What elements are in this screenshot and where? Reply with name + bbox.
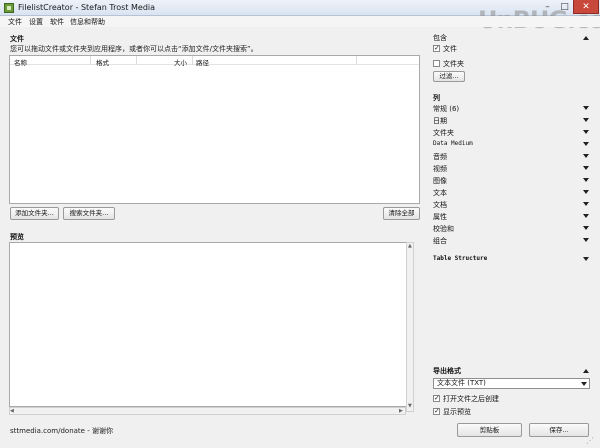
preview-vertical-scrollbar[interactable]: ▲ ▼: [406, 242, 414, 412]
clipboard-button[interactable]: 剪贴板: [457, 423, 522, 437]
expand-icon[interactable]: [583, 130, 589, 134]
category-data-medium[interactable]: Data Medium: [433, 140, 589, 151]
collapse-include-icon[interactable]: [583, 36, 589, 40]
export-format-select[interactable]: 文本文件 (TXT): [433, 378, 590, 389]
collapse-export-icon[interactable]: [583, 369, 589, 373]
include-label: 包含: [433, 34, 447, 42]
scroll-right-icon[interactable]: ▶: [399, 408, 403, 414]
column-path[interactable]: 路径: [196, 57, 209, 67]
expand-icon[interactable]: [583, 154, 589, 158]
expand-icon[interactable]: [583, 142, 589, 146]
category-combination[interactable]: 组合: [433, 236, 589, 247]
include-files-checkbox[interactable]: [433, 44, 440, 52]
scroll-down-icon[interactable]: ▼: [408, 403, 412, 409]
save-button[interactable]: 保存...: [529, 423, 589, 437]
include-folders-checkbox[interactable]: [433, 60, 440, 67]
scroll-up-icon[interactable]: ▲: [408, 243, 412, 249]
expand-icon[interactable]: [583, 257, 589, 261]
filter-button[interactable]: 过滤...: [433, 71, 465, 82]
category-audio[interactable]: 音频: [433, 152, 589, 163]
menu-settings[interactable]: 设置: [29, 17, 43, 27]
expand-icon[interactable]: [583, 190, 589, 194]
expand-icon[interactable]: [583, 238, 589, 242]
clear-all-button[interactable]: 清除全部: [383, 207, 420, 220]
include-folders-label: 文件夹: [443, 60, 464, 68]
category-date[interactable]: 日期: [433, 116, 589, 127]
show-preview-label: 显示预览: [443, 408, 471, 416]
category-general[interactable]: 常规 (6): [433, 104, 589, 115]
file-list-header: 名称 格式 大小 路径: [10, 56, 419, 67]
show-preview-checkbox[interactable]: [433, 407, 440, 415]
export-format-value: 文本文件 (TXT): [437, 379, 486, 387]
chevron-down-icon: [581, 382, 587, 386]
add-folder-button[interactable]: 添加文件夹...: [10, 207, 59, 220]
search-folder-button[interactable]: 搜索文件夹...: [63, 207, 115, 220]
menu-software[interactable]: 软件: [50, 17, 64, 27]
expand-icon[interactable]: [583, 118, 589, 122]
category-attributes[interactable]: 属性: [433, 212, 589, 223]
open-after-create-label: 打开文件之后创建: [443, 395, 499, 403]
table-structure-section[interactable]: Table Structure: [433, 255, 589, 266]
category-image[interactable]: 图像: [433, 176, 589, 187]
app-icon: [4, 3, 14, 13]
menu-info-help[interactable]: 信息和帮助: [70, 17, 105, 27]
expand-icon[interactable]: [583, 106, 589, 110]
include-files-label: 文件: [443, 45, 457, 53]
category-folder[interactable]: 文件夹: [433, 128, 589, 139]
export-format-title: 导出格式: [433, 367, 461, 375]
expand-icon[interactable]: [583, 178, 589, 182]
files-section-title: 文件: [10, 35, 24, 43]
expand-icon[interactable]: [583, 214, 589, 218]
expand-icon[interactable]: [583, 226, 589, 230]
category-video[interactable]: 视频: [433, 164, 589, 175]
resize-grip-icon[interactable]: ⋰: [586, 436, 596, 446]
menu-bar: 文件 设置 软件 信息和帮助: [0, 16, 600, 27]
open-after-create-checkbox[interactable]: [433, 394, 440, 402]
preview-section-title: 预览: [10, 233, 24, 241]
expand-icon[interactable]: [583, 166, 589, 170]
files-hint: 您可以拖动文件或文件夹到应用程序，或者你可以点击“添加文件/文件夹搜索”。: [10, 45, 258, 53]
menu-file[interactable]: 文件: [8, 17, 22, 27]
window-title: FilelistCreator - Stefan Trost Media: [18, 3, 156, 12]
file-list[interactable]: 名称 格式 大小 路径: [9, 55, 420, 204]
expand-icon[interactable]: [583, 202, 589, 206]
category-checksum[interactable]: 校验和: [433, 224, 589, 235]
column-size[interactable]: 大小: [174, 57, 187, 67]
preview-horizontal-scrollbar[interactable]: ◀ ▶: [9, 407, 406, 415]
column-name[interactable]: 名称: [14, 57, 27, 67]
donate-link[interactable]: sttmedia.com/donate - 谢谢你: [10, 426, 113, 436]
category-text[interactable]: 文本: [433, 188, 589, 199]
scroll-left-icon[interactable]: ◀: [10, 408, 14, 414]
category-document[interactable]: 文档: [433, 200, 589, 211]
preview-area[interactable]: [9, 242, 414, 407]
columns-section-title: 列: [433, 94, 440, 102]
column-format[interactable]: 格式: [96, 57, 109, 67]
